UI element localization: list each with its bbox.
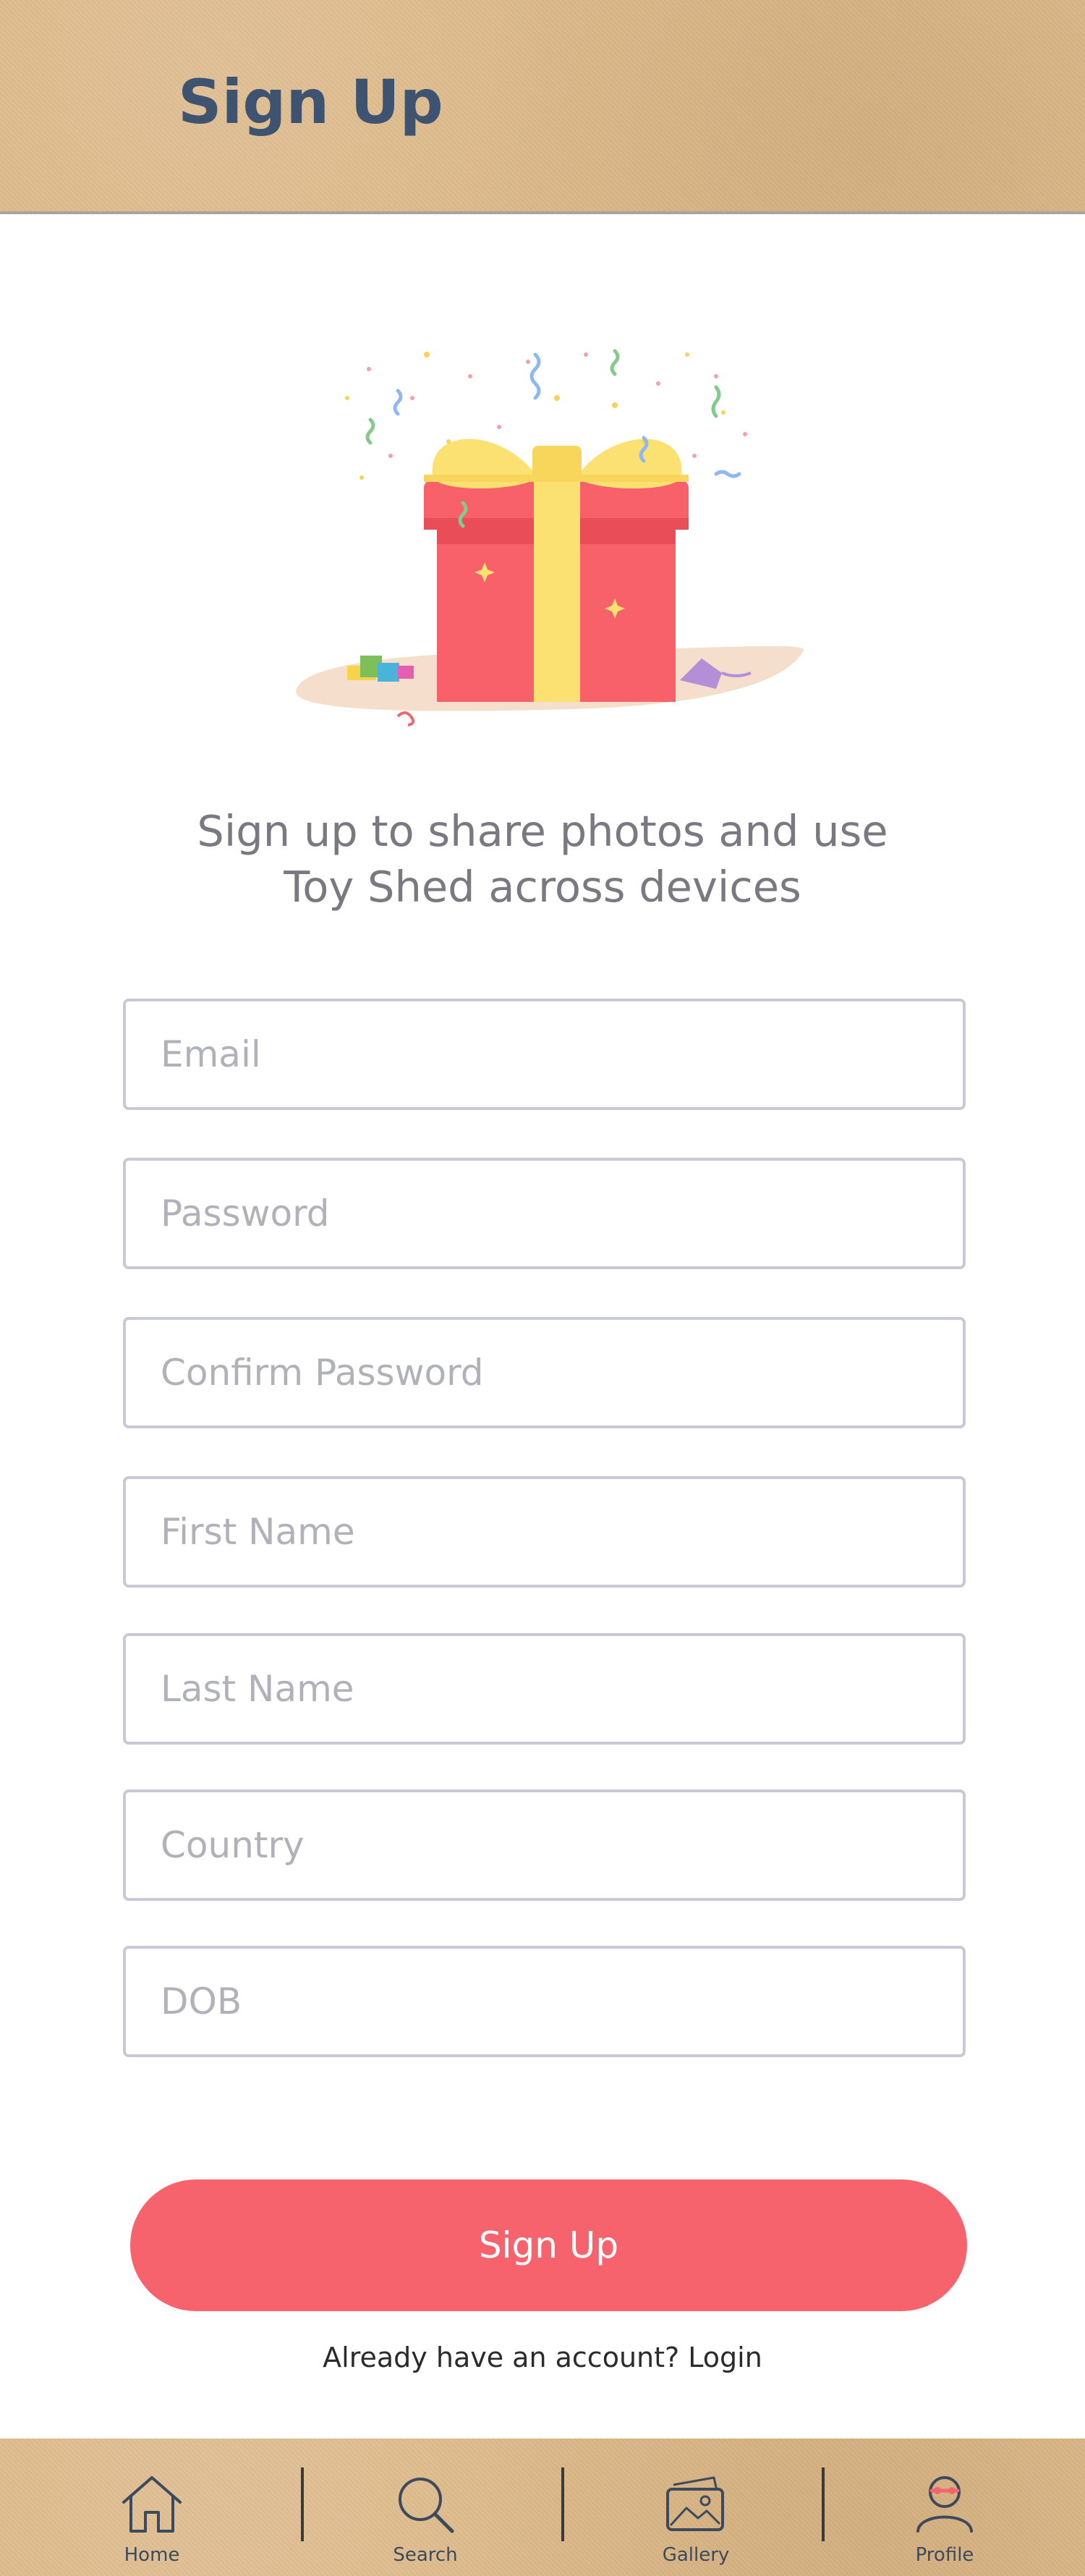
gallery-icon [666,2476,724,2531]
tab-gallery-label: Gallery [662,2544,730,2566]
country-field-container [123,1789,966,1901]
email-field-container [123,999,966,1110]
search-icon [399,2478,454,2533]
last-name-field-container [123,1633,966,1745]
tab-divider [561,2467,564,2541]
last-name-field[interactable] [126,1636,963,1742]
country-field[interactable] [126,1792,963,1898]
tab-home[interactable]: Home [80,2439,224,2576]
tab-search[interactable]: Search [353,2439,498,2576]
login-prompt-text: Already have an account? [323,2342,680,2373]
sign-up-button[interactable]: Sign Up [130,2179,967,2311]
tab-profile-label: Profile [915,2544,974,2566]
profile-icon [916,2476,973,2533]
gift-illustration [296,349,804,726]
login-prompt: Already have an account? Login [0,2342,1085,2373]
tagline: Sign up to share photos and use Toy Shed… [0,803,1085,915]
dob-field-container [123,1946,966,2057]
first-name-field[interactable] [126,1479,963,1585]
tab-divider [822,2467,825,2541]
first-name-field-container [123,1476,966,1588]
home-icon [122,2476,182,2533]
tab-profile[interactable]: Profile [872,2439,1017,2576]
page-title: Sign Up [178,67,443,137]
app-header: Sign Up [0,0,1085,214]
confirm-password-field[interactable] [126,1320,963,1425]
password-field-container [123,1158,966,1269]
login-link[interactable]: Login [688,2342,762,2373]
tab-home-label: Home [124,2544,180,2566]
tagline-line-2: Toy Shed across devices [284,862,801,912]
dob-field[interactable] [126,1949,963,2054]
email-field[interactable] [126,1001,963,1107]
tagline-line-1: Sign up to share photos and use [197,806,888,856]
tab-gallery[interactable]: Gallery [624,2439,768,2576]
confirm-password-field-container [123,1317,966,1428]
password-field[interactable] [126,1161,963,1266]
tab-divider [301,2467,304,2541]
tab-search-label: Search [393,2544,458,2566]
bottom-tab-bar: Home Search Gallery Profile [0,2439,1085,2576]
